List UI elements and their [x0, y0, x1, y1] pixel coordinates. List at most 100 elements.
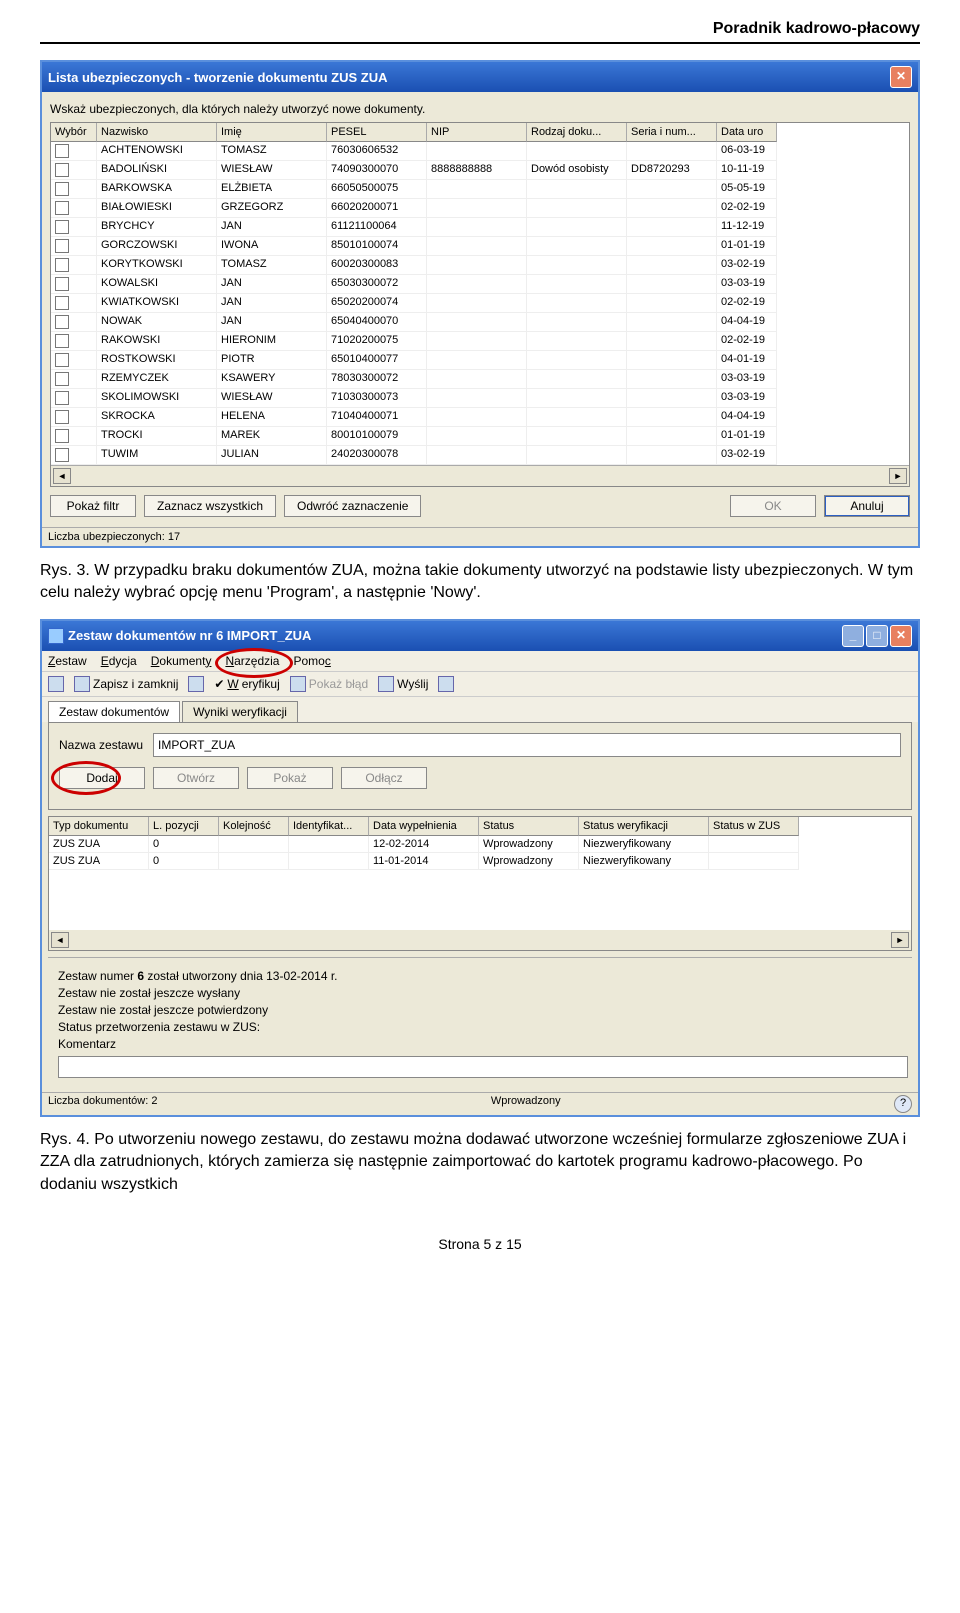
row-checkbox[interactable]	[55, 410, 69, 424]
close-icon[interactable]: ✕	[890, 625, 912, 647]
scroll-left-icon[interactable]: ◄	[53, 468, 71, 484]
ok-button[interactable]: OK	[730, 495, 816, 517]
tab-zestaw-dokumentow[interactable]: Zestaw dokumentów	[48, 701, 180, 722]
table-row[interactable]: RZEMYCZEKKSAWERY7803030007203-03-19	[51, 370, 909, 389]
titlebar[interactable]: Lista ubezpieczonych - tworzenie dokumen…	[42, 62, 918, 92]
tab-strip[interactable]: Zestaw dokumentów Wyniki weryfikacji	[42, 697, 918, 722]
col-seria[interactable]: Seria i num...	[627, 123, 717, 142]
col-id[interactable]: Identyfikat...	[289, 817, 369, 836]
menu-narzedzia[interactable]: Narzędzia	[225, 654, 279, 668]
table-row[interactable]: NOWAKJAN6504040007004-04-19	[51, 313, 909, 332]
col-data[interactable]: Data wypełnienia	[369, 817, 479, 836]
col-kol[interactable]: Kolejność	[219, 817, 289, 836]
row-checkbox[interactable]	[55, 201, 69, 215]
send-button[interactable]: Wyślij	[378, 676, 428, 692]
table-row[interactable]: RAKOWSKIHIERONIM7102020007502-02-19	[51, 332, 909, 351]
col-wybor[interactable]: Wybór	[51, 123, 97, 142]
row-checkbox[interactable]	[55, 429, 69, 443]
col-zus[interactable]: Status w ZUS	[709, 817, 799, 836]
comment-input[interactable]	[58, 1056, 908, 1078]
print-icon[interactable]	[188, 676, 204, 692]
help-icon[interactable]: ?	[894, 1095, 912, 1113]
table-row[interactable]: SKOLIMOWSKIWIESŁAW7103030007303-03-19	[51, 389, 909, 408]
row-checkbox[interactable]	[55, 448, 69, 462]
scroll-right-icon[interactable]: ►	[891, 932, 909, 948]
invert-selection-button[interactable]: Odwróć zaznaczenie	[284, 495, 421, 517]
row-checkbox[interactable]	[55, 296, 69, 310]
col-data[interactable]: Data uro	[717, 123, 777, 142]
cell-nip	[427, 218, 527, 237]
col-nazwisko[interactable]: Nazwisko	[97, 123, 217, 142]
col-rodzaj[interactable]: Rodzaj doku...	[527, 123, 627, 142]
row-checkbox[interactable]	[55, 239, 69, 253]
scroll-left-icon[interactable]: ◄	[51, 932, 69, 948]
col-weryf[interactable]: Status weryfikacji	[579, 817, 709, 836]
table-row[interactable]: BADOLIŃSKIWIESŁAW740903000708888888888Do…	[51, 161, 909, 180]
menu-pomoc[interactable]: Pomoc	[293, 654, 330, 668]
row-checkbox[interactable]	[55, 372, 69, 386]
cell-imie: WIESŁAW	[217, 161, 327, 180]
cell-rodzaj	[527, 180, 627, 199]
table-row[interactable]: BARKOWSKAELŻBIETA6605050007505-05-19	[51, 180, 909, 199]
nazwa-zestawu-input[interactable]	[153, 733, 901, 757]
show-filter-button[interactable]: Pokaż filtr	[50, 495, 136, 517]
table-row[interactable]: ACHTENOWSKITOMASZ7603060653206-03-19	[51, 142, 909, 161]
documents-grid[interactable]: Typ dokumentu L. pozycji Kolejność Ident…	[48, 816, 912, 951]
col-nip[interactable]: NIP	[427, 123, 527, 142]
cell-nip	[427, 351, 527, 370]
col-status[interactable]: Status	[479, 817, 579, 836]
menu-edycja[interactable]: Edycja	[101, 654, 137, 668]
row-checkbox[interactable]	[55, 334, 69, 348]
save-icon[interactable]	[48, 676, 64, 692]
row-checkbox[interactable]	[55, 220, 69, 234]
table-row[interactable]: SKROCKAHELENA7104040007104-04-19	[51, 408, 909, 427]
col-lp[interactable]: L. pozycji	[149, 817, 219, 836]
row-checkbox[interactable]	[55, 182, 69, 196]
close-icon[interactable]: ✕	[890, 66, 912, 88]
cell-seria	[627, 408, 717, 427]
col-pesel[interactable]: PESEL	[327, 123, 427, 142]
col-typ[interactable]: Typ dokumentu	[49, 817, 149, 836]
row-checkbox[interactable]	[55, 258, 69, 272]
table-row[interactable]: GORCZOWSKIIWONA8501010007401-01-19	[51, 237, 909, 256]
tab-wyniki-weryfikacji[interactable]: Wyniki weryfikacji	[182, 701, 298, 722]
row-checkbox[interactable]	[55, 353, 69, 367]
cell-pesel: 24020300078	[327, 446, 427, 465]
table-row[interactable]: TROCKIMAREK8001010007901-01-19	[51, 427, 909, 446]
col-imie[interactable]: Imię	[217, 123, 327, 142]
row-checkbox[interactable]	[55, 144, 69, 158]
row-checkbox[interactable]	[55, 277, 69, 291]
table-row[interactable]: BIAŁOWIESKIGRZEGORZ6602020007102-02-19	[51, 199, 909, 218]
table-row[interactable]: BRYCHCYJAN6112110006411-12-19	[51, 218, 909, 237]
row-checkbox[interactable]	[55, 391, 69, 405]
menu-dokumenty[interactable]: Dokumenty	[151, 654, 212, 668]
table-row[interactable]: KWIATKOWSKIJAN6502020007402-02-19	[51, 294, 909, 313]
cell-imie: HELENA	[217, 408, 327, 427]
toolbar: Zapisz i zamknij ✔ Weryfikuj Pokaż błąd …	[42, 672, 918, 697]
save-and-close-button[interactable]: Zapisz i zamknij	[74, 676, 178, 692]
table-row[interactable]: KOWALSKIJAN6503030007203-03-19	[51, 275, 909, 294]
maximize-icon[interactable]: □	[866, 625, 888, 647]
table-row[interactable]: TUWIMJULIAN2402030007803-02-19	[51, 446, 909, 465]
cell-id	[289, 836, 369, 853]
table-row[interactable]: ZUS ZUA012-02-2014WprowadzonyNiezweryfik…	[49, 836, 911, 853]
minimize-icon[interactable]: _	[842, 625, 864, 647]
verify-button[interactable]: ✔ Weryfikuj	[214, 677, 279, 691]
table-row[interactable]: KORYTKOWSKITOMASZ6002030008303-02-19	[51, 256, 909, 275]
table-row[interactable]: ROSTKOWSKIPIOTR6501040007704-01-19	[51, 351, 909, 370]
row-checkbox[interactable]	[55, 315, 69, 329]
cell-nazwisko: TROCKI	[97, 427, 217, 446]
insured-grid[interactable]: Wybór Nazwisko Imię PESEL NIP Rodzaj dok…	[50, 122, 910, 487]
menu-bar[interactable]: Zestaw Edycja Dokumenty Narzędzia Pomoc	[42, 651, 918, 672]
horizontal-scrollbar[interactable]: ◄ ►	[51, 465, 909, 486]
row-checkbox[interactable]	[55, 163, 69, 177]
titlebar[interactable]: Zestaw dokumentów nr 6 IMPORT_ZUA _ □ ✕	[42, 621, 918, 651]
scroll-right-icon[interactable]: ►	[889, 468, 907, 484]
select-all-button[interactable]: Zaznacz wszystkich	[144, 495, 276, 517]
cell-seria	[627, 218, 717, 237]
table-row[interactable]: ZUS ZUA011-01-2014WprowadzonyNiezweryfik…	[49, 853, 911, 870]
extra-icon[interactable]	[438, 676, 454, 692]
menu-zestaw[interactable]: Zestaw	[48, 654, 87, 668]
horizontal-scrollbar[interactable]: ◄ ►	[49, 930, 911, 950]
cancel-button[interactable]: Anuluj	[824, 495, 910, 517]
